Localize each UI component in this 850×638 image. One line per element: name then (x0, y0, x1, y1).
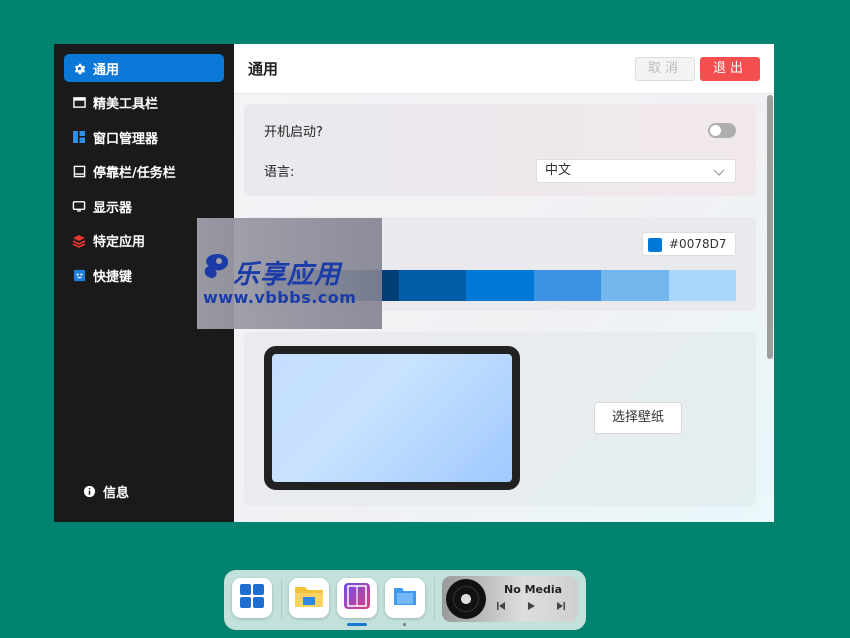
scrollbar-thumb[interactable] (767, 95, 773, 359)
header: 通用 取消 退出 (234, 44, 774, 94)
sidebar-item-label: 信息 (103, 486, 130, 501)
sidebar-item-info[interactable]: 信息 (74, 478, 234, 506)
sidebar-item-label: 窗口管理器 (93, 131, 159, 147)
window-manager-icon (72, 130, 86, 144)
language-value: 中文 (545, 163, 572, 178)
dock: No Media (224, 570, 586, 630)
sidebar-item-label: 特定应用 (93, 235, 146, 250)
watermark: 乐享应用 www.vbbbs.com (197, 218, 382, 329)
sidebar-item-monitor[interactable]: 显示器 (64, 192, 224, 220)
sidebar-item-label: 通用 (93, 62, 120, 78)
language-label: 语言: (264, 165, 295, 180)
general-card: 开机启动? 语言: 中文 (244, 104, 756, 196)
dock-app-launcher[interactable] (232, 578, 272, 618)
settings-window: 通用 精美工具栏 窗口管理器 停靠栏/任务栏 显示器 特定应用 快捷键 信息 通… (54, 44, 774, 522)
accent-color-swatch (648, 238, 662, 252)
scrollbar[interactable] (765, 94, 774, 522)
palette-swatch[interactable] (398, 270, 467, 301)
toggle-knob (710, 125, 721, 136)
files-icon (391, 583, 419, 613)
palette-swatch[interactable] (668, 270, 736, 301)
vinyl-disc-icon (446, 579, 486, 619)
palette-swatch[interactable] (601, 270, 669, 301)
sidebar-item-label: 快捷键 (93, 269, 133, 285)
sidebar-item-label: 显示器 (93, 200, 133, 216)
info-icon (82, 485, 96, 499)
app-gradient-icon (342, 581, 372, 615)
wallpaper-card: 选择壁纸 (244, 332, 756, 506)
chevron-down-icon (713, 164, 725, 186)
language-select[interactable]: 中文 (536, 159, 736, 183)
watermark-title: 乐享应用 (233, 260, 342, 290)
watermark-url: www.vbbbs.com (203, 288, 357, 307)
dock-icon (72, 165, 86, 179)
sidebar-item-label: 停靠栏/任务栏 (93, 166, 176, 181)
running-indicator (347, 623, 367, 626)
layers-icon (72, 234, 86, 248)
exit-button[interactable]: 退出 (700, 57, 760, 81)
sidebar-item-window-manager[interactable]: 窗口管理器 (64, 123, 224, 151)
watermark-logo-icon (201, 252, 233, 286)
dock-app-settings[interactable] (337, 578, 377, 618)
grid-icon (238, 582, 266, 614)
sidebar-item-toolbar[interactable]: 精美工具栏 (64, 89, 224, 117)
choose-wallpaper-button[interactable]: 选择壁纸 (594, 402, 682, 434)
sidebar-item-general[interactable]: 通用 (64, 54, 224, 82)
toolbar-icon (72, 96, 86, 110)
palette-swatch[interactable] (466, 270, 534, 301)
sidebar-item-label: 精美工具栏 (93, 97, 159, 112)
dock-separator (281, 578, 282, 620)
cancel-button[interactable]: 取消 (635, 57, 695, 81)
dock-separator (434, 578, 435, 620)
open-indicator (403, 623, 406, 626)
media-widget[interactable]: No Media (442, 576, 578, 622)
startup-toggle[interactable] (708, 123, 736, 138)
palette-swatch[interactable] (533, 270, 602, 301)
monitor-icon (72, 199, 86, 213)
dock-app-file-explorer[interactable] (289, 578, 329, 618)
next-track-icon[interactable] (556, 601, 566, 614)
keyboard-icon (72, 268, 86, 282)
accent-color-picker[interactable]: #0078D7 (642, 232, 736, 256)
gear-icon (72, 61, 86, 75)
wallpaper-preview (264, 346, 520, 490)
previous-track-icon[interactable] (496, 601, 506, 614)
sidebar-item-dock[interactable]: 停靠栏/任务栏 (64, 158, 224, 186)
startup-label: 开机启动? (264, 125, 323, 140)
page-title: 通用 (248, 60, 279, 78)
dock-app-files[interactable] (385, 578, 425, 618)
folder-icon (294, 583, 324, 613)
accent-color-hex: #0078D7 (669, 237, 727, 251)
media-title: No Media (504, 583, 563, 596)
play-icon[interactable] (526, 601, 536, 614)
